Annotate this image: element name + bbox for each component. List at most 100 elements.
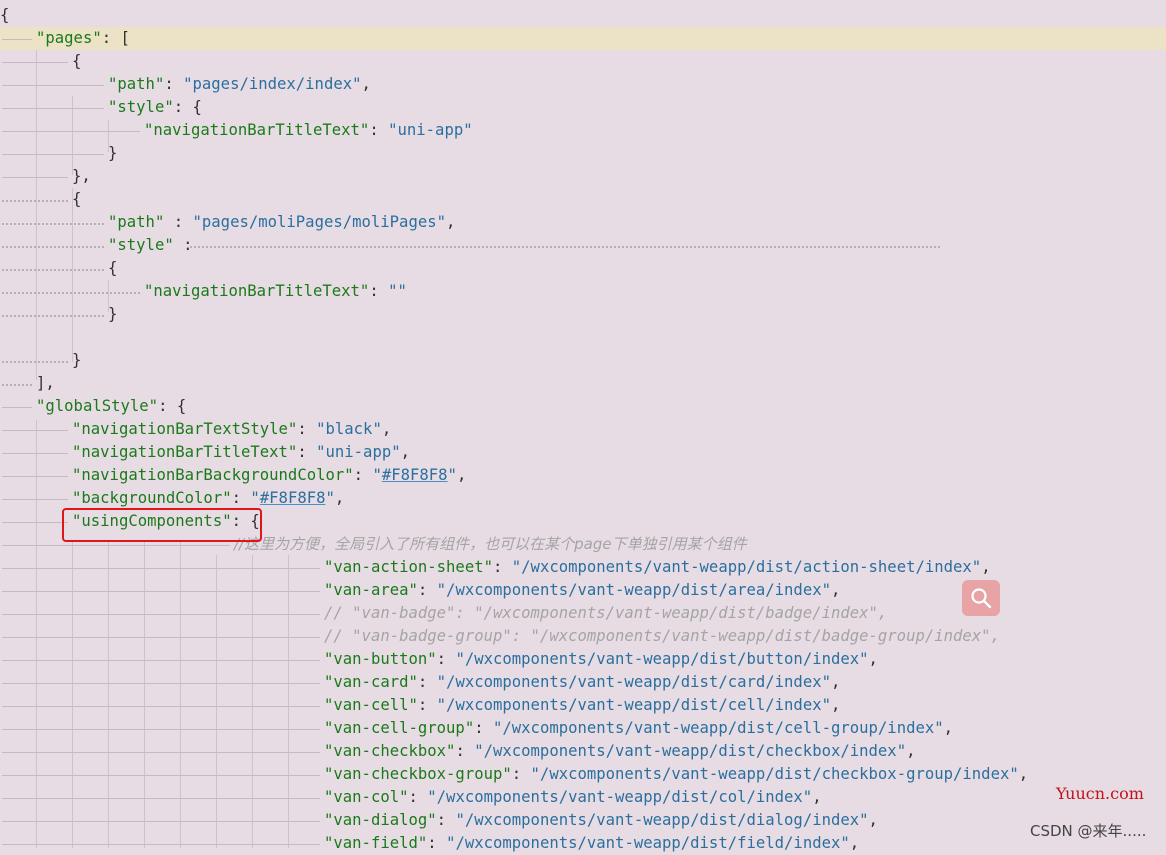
code-token: "van-action-sheet" — [324, 558, 493, 576]
code-token: // "van-badge": "/wxcomponents/vant-weap… — [324, 604, 888, 622]
code-token: , — [446, 213, 456, 231]
code-token: "/wxcomponents/vant-weapp/dist/button/in… — [455, 650, 869, 668]
search-button[interactable] — [962, 580, 1000, 616]
code-text: "globalStyle": { — [36, 395, 186, 418]
indent-marker — [2, 292, 140, 294]
code-token: } — [108, 305, 118, 323]
code-token: "navigationBarBackgroundColor" — [72, 466, 354, 484]
code-token: , — [830, 581, 841, 599]
code-text: "van-card": "/wxcomponents/vant-weapp/di… — [324, 671, 840, 694]
code-token: : — [297, 420, 317, 438]
indent-marker — [2, 729, 320, 730]
indent-guide — [216, 555, 217, 848]
code-text: "navigationBarTitleText": "uni-app", — [72, 441, 410, 464]
indent-marker — [2, 476, 68, 477]
code-text: "style": { — [108, 96, 202, 119]
code-token: : — [436, 650, 456, 668]
code-text: "van-checkbox-group": "/wxcomponents/van… — [324, 763, 1028, 786]
code-token: , — [943, 719, 954, 737]
code-token: "path" — [108, 75, 165, 93]
code-text: "van-area": "/wxcomponents/vant-weapp/di… — [324, 579, 840, 602]
indent-guide — [180, 540, 181, 848]
indent-marker — [2, 223, 104, 225]
indent-marker — [2, 62, 68, 63]
code-token: : — [369, 282, 389, 300]
code-text: { — [72, 50, 81, 73]
indent-guide — [252, 555, 253, 848]
indent-marker — [2, 660, 320, 661]
indent-marker — [2, 499, 68, 500]
code-token: "van-col" — [324, 788, 409, 806]
magnifier-icon — [971, 588, 992, 609]
code-token: "navigationBarTitleText" — [144, 121, 370, 139]
indent-marker — [2, 39, 32, 40]
code-token: , — [830, 673, 841, 691]
code-token: " — [250, 489, 260, 507]
code-token: "van-dialog" — [324, 811, 437, 829]
code-token: , — [400, 443, 410, 461]
code-token: "navigationBarTextStyle" — [72, 420, 298, 438]
indent-guide — [288, 555, 289, 848]
code-text: "style" : — [108, 234, 193, 257]
code-token: "van-button" — [324, 650, 437, 668]
code-token: "/wxcomponents/vant-weapp/dist/field/ind… — [446, 834, 850, 852]
code-text: { — [72, 188, 81, 211]
code-token: : — [408, 788, 428, 806]
code-text: "path" : "pages/moliPages/moliPages", — [108, 211, 455, 234]
code-text: //这里为方便，全局引入了所有组件，也可以在某个page下单独引用某个组件 — [234, 533, 747, 556]
code-token: { — [72, 190, 82, 208]
code-token: , — [334, 489, 345, 507]
code-token: "uni-app" — [388, 121, 473, 139]
code-token: , — [849, 834, 860, 852]
code-token: , — [981, 558, 991, 576]
code-text: } — [108, 303, 117, 326]
indent-marker — [2, 706, 320, 707]
code-token: "van-cell-group" — [324, 719, 475, 737]
indent-marker — [2, 407, 32, 408]
code-token: , — [868, 650, 878, 668]
code-token: : — [231, 489, 251, 507]
code-token: , — [868, 811, 878, 829]
highlight-box — [62, 508, 262, 542]
code-line: "pages": [ — [0, 27, 1166, 50]
code-token: "/wxcomponents/vant-weapp/dist/area/inde… — [436, 581, 831, 599]
code-text: "pages": [ — [36, 27, 130, 50]
code-token: { — [0, 6, 10, 24]
code-token: : — [369, 121, 389, 139]
code-token: : — [297, 443, 317, 461]
watermark-author: CSDN @来年..... — [1030, 822, 1147, 840]
code-token: : — [417, 696, 437, 714]
indent-guide — [144, 540, 145, 848]
code-token: "/wxcomponents/vant-weapp/dist/action-sh… — [511, 558, 982, 576]
code-text: "path": "pages/index/index", — [108, 73, 371, 96]
indent-marker — [2, 108, 104, 109]
code-token: "van-cell" — [324, 696, 418, 714]
code-text: "navigationBarTitleText": "uni-app" — [144, 119, 473, 142]
indent-guide — [72, 540, 73, 848]
code-token: "/wxcomponents/vant-weapp/dist/dialog/in… — [455, 811, 869, 829]
code-token: "uni-app" — [316, 443, 401, 461]
code-editor[interactable]: {"pages": [{"path": "pages/index/index",… — [0, 0, 1166, 852]
code-text: { — [0, 4, 9, 27]
code-token: "navigationBarTitleText" — [144, 282, 370, 300]
indent-marker — [2, 430, 68, 431]
code-token: "path" — [108, 213, 165, 231]
indent-marker — [2, 775, 320, 776]
code-token: [ — [120, 29, 130, 47]
code-token: , — [830, 696, 841, 714]
code-token: : — [436, 811, 456, 829]
code-token: }, — [72, 167, 91, 185]
code-text: "van-checkbox": "/wxcomponents/vant-weap… — [324, 740, 915, 763]
indent-marker — [2, 591, 320, 592]
indent-guide — [108, 540, 109, 848]
code-token: : — [417, 673, 437, 691]
code-token: "backgroundColor" — [72, 489, 232, 507]
code-text: // "van-badge": "/wxcomponents/vant-weap… — [324, 602, 887, 625]
indent-marker — [2, 85, 104, 86]
code-token: "van-area" — [324, 581, 418, 599]
code-text: ], — [36, 372, 55, 395]
indent-marker — [2, 821, 320, 822]
code-text: { — [108, 257, 117, 280]
code-text: } — [108, 142, 117, 165]
indent-marker — [2, 361, 68, 363]
